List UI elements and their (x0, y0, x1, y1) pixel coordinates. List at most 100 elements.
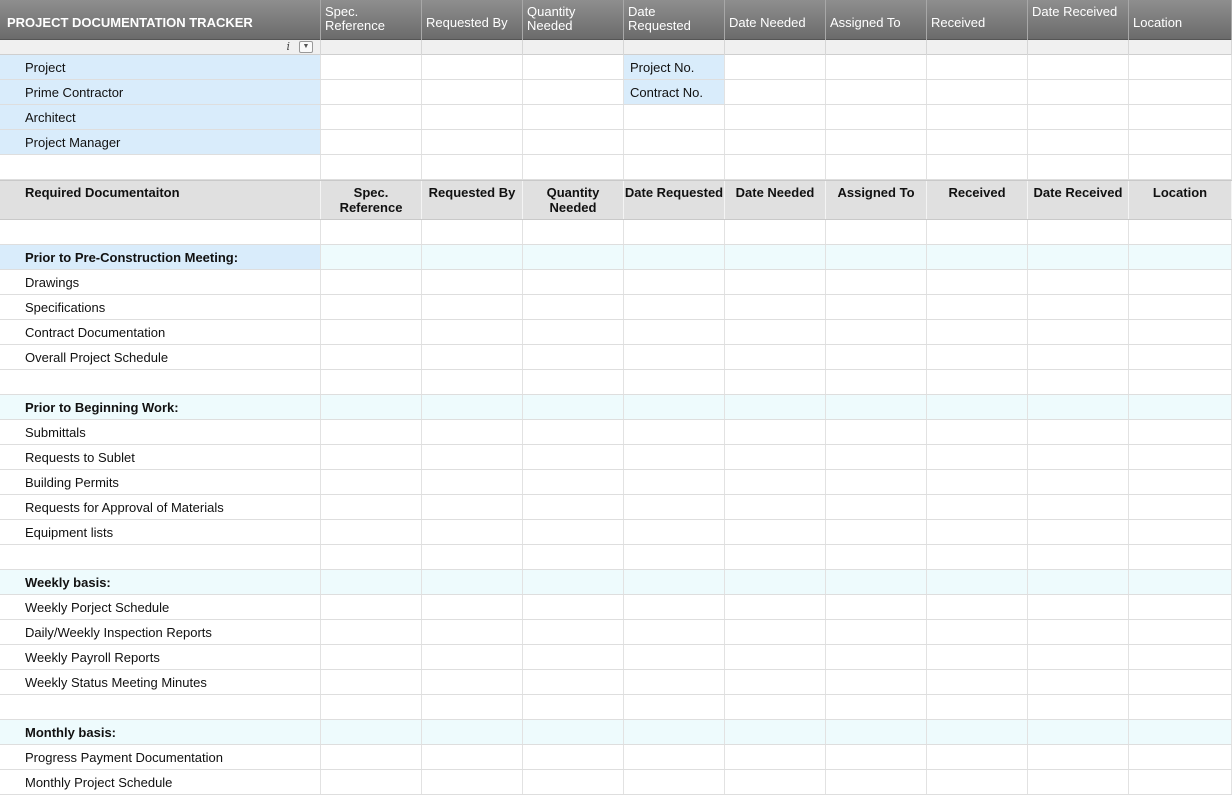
cell[interactable] (927, 370, 1028, 394)
cell[interactable] (321, 645, 422, 669)
cell[interactable] (422, 270, 523, 294)
cell[interactable] (927, 645, 1028, 669)
cell[interactable] (1028, 80, 1129, 104)
cell[interactable] (624, 545, 725, 569)
cell[interactable] (1129, 645, 1232, 669)
cell[interactable] (826, 620, 927, 644)
cell[interactable] (1028, 155, 1129, 179)
cell[interactable] (826, 220, 927, 244)
tracker-title[interactable]: PROJECT DOCUMENTATION TRACKER (0, 0, 321, 40)
filter-cell[interactable] (725, 40, 826, 55)
document-item-label[interactable]: Weekly Status Meeting Minutes (0, 670, 321, 694)
filter-cell[interactable] (1129, 40, 1232, 55)
cell[interactable] (725, 220, 826, 244)
contract-no-label[interactable]: Contract No. (624, 80, 725, 104)
cell[interactable] (1129, 370, 1232, 394)
col-quantity-needed[interactable]: Quantity Needed (523, 181, 624, 219)
cell[interactable] (624, 495, 725, 519)
document-item-label[interactable]: Building Permits (0, 470, 321, 494)
cell[interactable] (422, 220, 523, 244)
cell[interactable] (1028, 570, 1129, 594)
cell[interactable] (1028, 645, 1129, 669)
cell[interactable] (321, 105, 422, 129)
cell[interactable] (1028, 620, 1129, 644)
cell[interactable] (1129, 670, 1232, 694)
cell[interactable] (523, 105, 624, 129)
cell[interactable] (725, 55, 826, 79)
cell[interactable] (523, 545, 624, 569)
cell[interactable] (422, 645, 523, 669)
section-title[interactable]: Monthly basis: (0, 720, 321, 744)
cell[interactable] (624, 130, 725, 154)
col-date-needed[interactable]: Date Needed (725, 181, 826, 219)
cell[interactable] (422, 595, 523, 619)
cell[interactable] (725, 80, 826, 104)
cell[interactable] (422, 155, 523, 179)
cell[interactable] (725, 420, 826, 444)
cell[interactable] (321, 445, 422, 469)
cell[interactable] (1129, 445, 1232, 469)
cell[interactable] (624, 770, 725, 794)
cell[interactable] (321, 770, 422, 794)
cell[interactable] (927, 695, 1028, 719)
cell[interactable] (826, 720, 927, 744)
cell[interactable] (321, 495, 422, 519)
cell[interactable] (624, 270, 725, 294)
cell[interactable] (1129, 295, 1232, 319)
section-title[interactable]: Prior to Beginning Work: (0, 395, 321, 419)
cell[interactable] (1028, 270, 1129, 294)
cell[interactable] (422, 105, 523, 129)
cell[interactable] (422, 770, 523, 794)
document-item-label[interactable]: Overall Project Schedule (0, 345, 321, 369)
cell[interactable] (725, 720, 826, 744)
cell[interactable] (927, 445, 1028, 469)
cell[interactable] (422, 245, 523, 269)
cell[interactable] (1028, 345, 1129, 369)
header-location[interactable]: Location (1129, 0, 1232, 40)
cell[interactable] (523, 470, 624, 494)
cell[interactable] (1129, 345, 1232, 369)
cell[interactable] (523, 345, 624, 369)
cell[interactable] (1129, 720, 1232, 744)
cell[interactable] (422, 570, 523, 594)
cell[interactable] (1129, 520, 1232, 544)
cell[interactable] (725, 695, 826, 719)
cell[interactable] (927, 420, 1028, 444)
cell[interactable] (321, 720, 422, 744)
cell[interactable] (826, 495, 927, 519)
cell[interactable] (523, 645, 624, 669)
header-received[interactable]: Received (927, 0, 1028, 40)
header-spec-reference[interactable]: Spec. Reference (321, 0, 422, 40)
cell[interactable] (624, 295, 725, 319)
section-title[interactable]: Prior to Pre-Construction Meeting: (0, 245, 321, 269)
prime-contractor-label[interactable]: Prime Contractor (0, 80, 321, 104)
cell[interactable] (624, 670, 725, 694)
cell[interactable] (725, 670, 826, 694)
cell[interactable] (725, 245, 826, 269)
cell[interactable] (725, 495, 826, 519)
cell[interactable] (624, 595, 725, 619)
cell[interactable] (826, 770, 927, 794)
cell[interactable] (1028, 770, 1129, 794)
cell[interactable] (624, 745, 725, 769)
cell[interactable] (927, 670, 1028, 694)
cell[interactable] (624, 105, 725, 129)
cell[interactable] (927, 130, 1028, 154)
cell[interactable] (422, 130, 523, 154)
cell[interactable] (927, 295, 1028, 319)
document-item-label[interactable]: Requests to Sublet (0, 445, 321, 469)
cell[interactable] (1028, 220, 1129, 244)
cell[interactable] (523, 220, 624, 244)
cell[interactable] (422, 55, 523, 79)
cell[interactable] (624, 520, 725, 544)
cell[interactable] (422, 620, 523, 644)
cell[interactable] (624, 155, 725, 179)
cell[interactable] (523, 495, 624, 519)
document-item-label[interactable]: Contract Documentation (0, 320, 321, 344)
cell[interactable] (321, 695, 422, 719)
cell[interactable] (826, 345, 927, 369)
cell[interactable] (321, 130, 422, 154)
cell[interactable] (826, 295, 927, 319)
cell[interactable] (1028, 420, 1129, 444)
cell[interactable] (624, 620, 725, 644)
